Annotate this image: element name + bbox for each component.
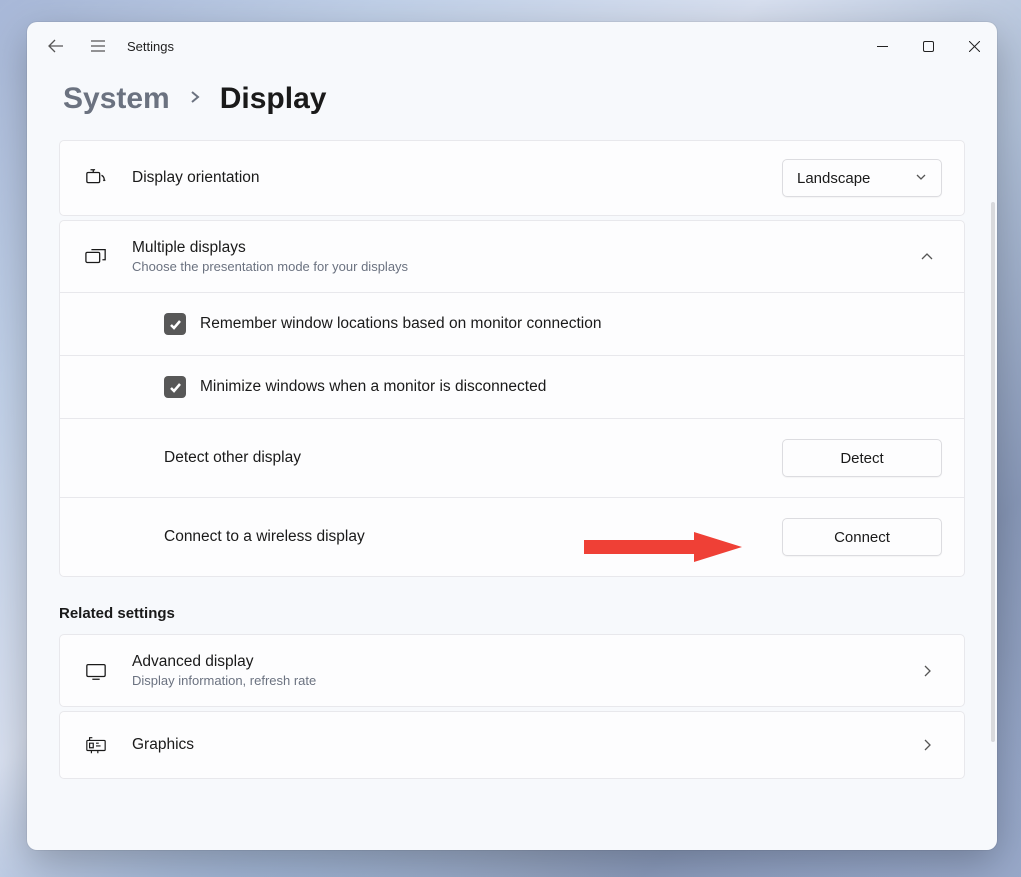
orientation-select[interactable]: Landscape [782, 159, 942, 197]
breadcrumb-current: Display [220, 82, 327, 116]
window-controls [859, 27, 997, 65]
remember-label: Remember window locations based on monit… [200, 315, 942, 333]
advanced-display-card[interactable]: Advanced display Display information, re… [59, 634, 965, 707]
advanced-title: Advanced display [132, 653, 912, 671]
chevron-right-icon [188, 90, 202, 109]
graphics-title: Graphics [132, 736, 912, 754]
graphics-icon [82, 734, 110, 756]
app-title: Settings [127, 39, 174, 54]
settings-window: Settings System Display [27, 22, 997, 850]
minimize-checkbox[interactable] [164, 376, 186, 398]
multiple-displays-icon [82, 246, 110, 268]
scrollbar[interactable] [991, 202, 995, 742]
related-settings-header: Related settings [59, 605, 965, 622]
minimize-label: Minimize windows when a monitor is disco… [200, 378, 942, 396]
collapse-button[interactable] [912, 242, 942, 272]
detect-display-row: Detect other display Detect [60, 418, 964, 497]
advanced-subtitle: Display information, refresh rate [132, 673, 912, 688]
detect-label: Detect other display [164, 449, 782, 467]
chevron-right-icon [912, 656, 942, 686]
titlebar: Settings [27, 22, 997, 70]
orientation-icon [82, 167, 110, 189]
nav-menu-button[interactable] [77, 26, 119, 66]
connect-button[interactable]: Connect [782, 518, 942, 556]
orientation-label: Display orientation [132, 169, 782, 187]
monitor-icon [82, 660, 110, 682]
chevron-right-icon [912, 730, 942, 760]
breadcrumb-parent[interactable]: System [63, 82, 170, 116]
orientation-value: Landscape [797, 170, 870, 187]
multiple-displays-subtitle: Choose the presentation mode for your di… [132, 259, 912, 274]
minimize-disconnect-row[interactable]: Minimize windows when a monitor is disco… [60, 355, 964, 418]
content-area: Display orientation Landscape [27, 140, 997, 850]
chevron-down-icon [915, 170, 927, 187]
remember-checkbox[interactable] [164, 313, 186, 335]
multiple-displays-card: Multiple displays Choose the presentatio… [59, 220, 965, 577]
maximize-button[interactable] [905, 27, 951, 65]
display-orientation-card[interactable]: Display orientation Landscape [59, 140, 965, 216]
multiple-displays-header[interactable]: Multiple displays Choose the presentatio… [60, 221, 964, 292]
multiple-displays-title: Multiple displays [132, 239, 912, 257]
remember-locations-row[interactable]: Remember window locations based on monit… [60, 292, 964, 355]
graphics-card[interactable]: Graphics [59, 711, 965, 779]
detect-button[interactable]: Detect [782, 439, 942, 477]
back-button[interactable] [35, 26, 77, 66]
close-button[interactable] [951, 27, 997, 65]
wireless-label: Connect to a wireless display [164, 528, 782, 546]
wireless-display-row: Connect to a wireless display Connect [60, 497, 964, 576]
breadcrumb: System Display [27, 70, 997, 140]
minimize-button[interactable] [859, 27, 905, 65]
